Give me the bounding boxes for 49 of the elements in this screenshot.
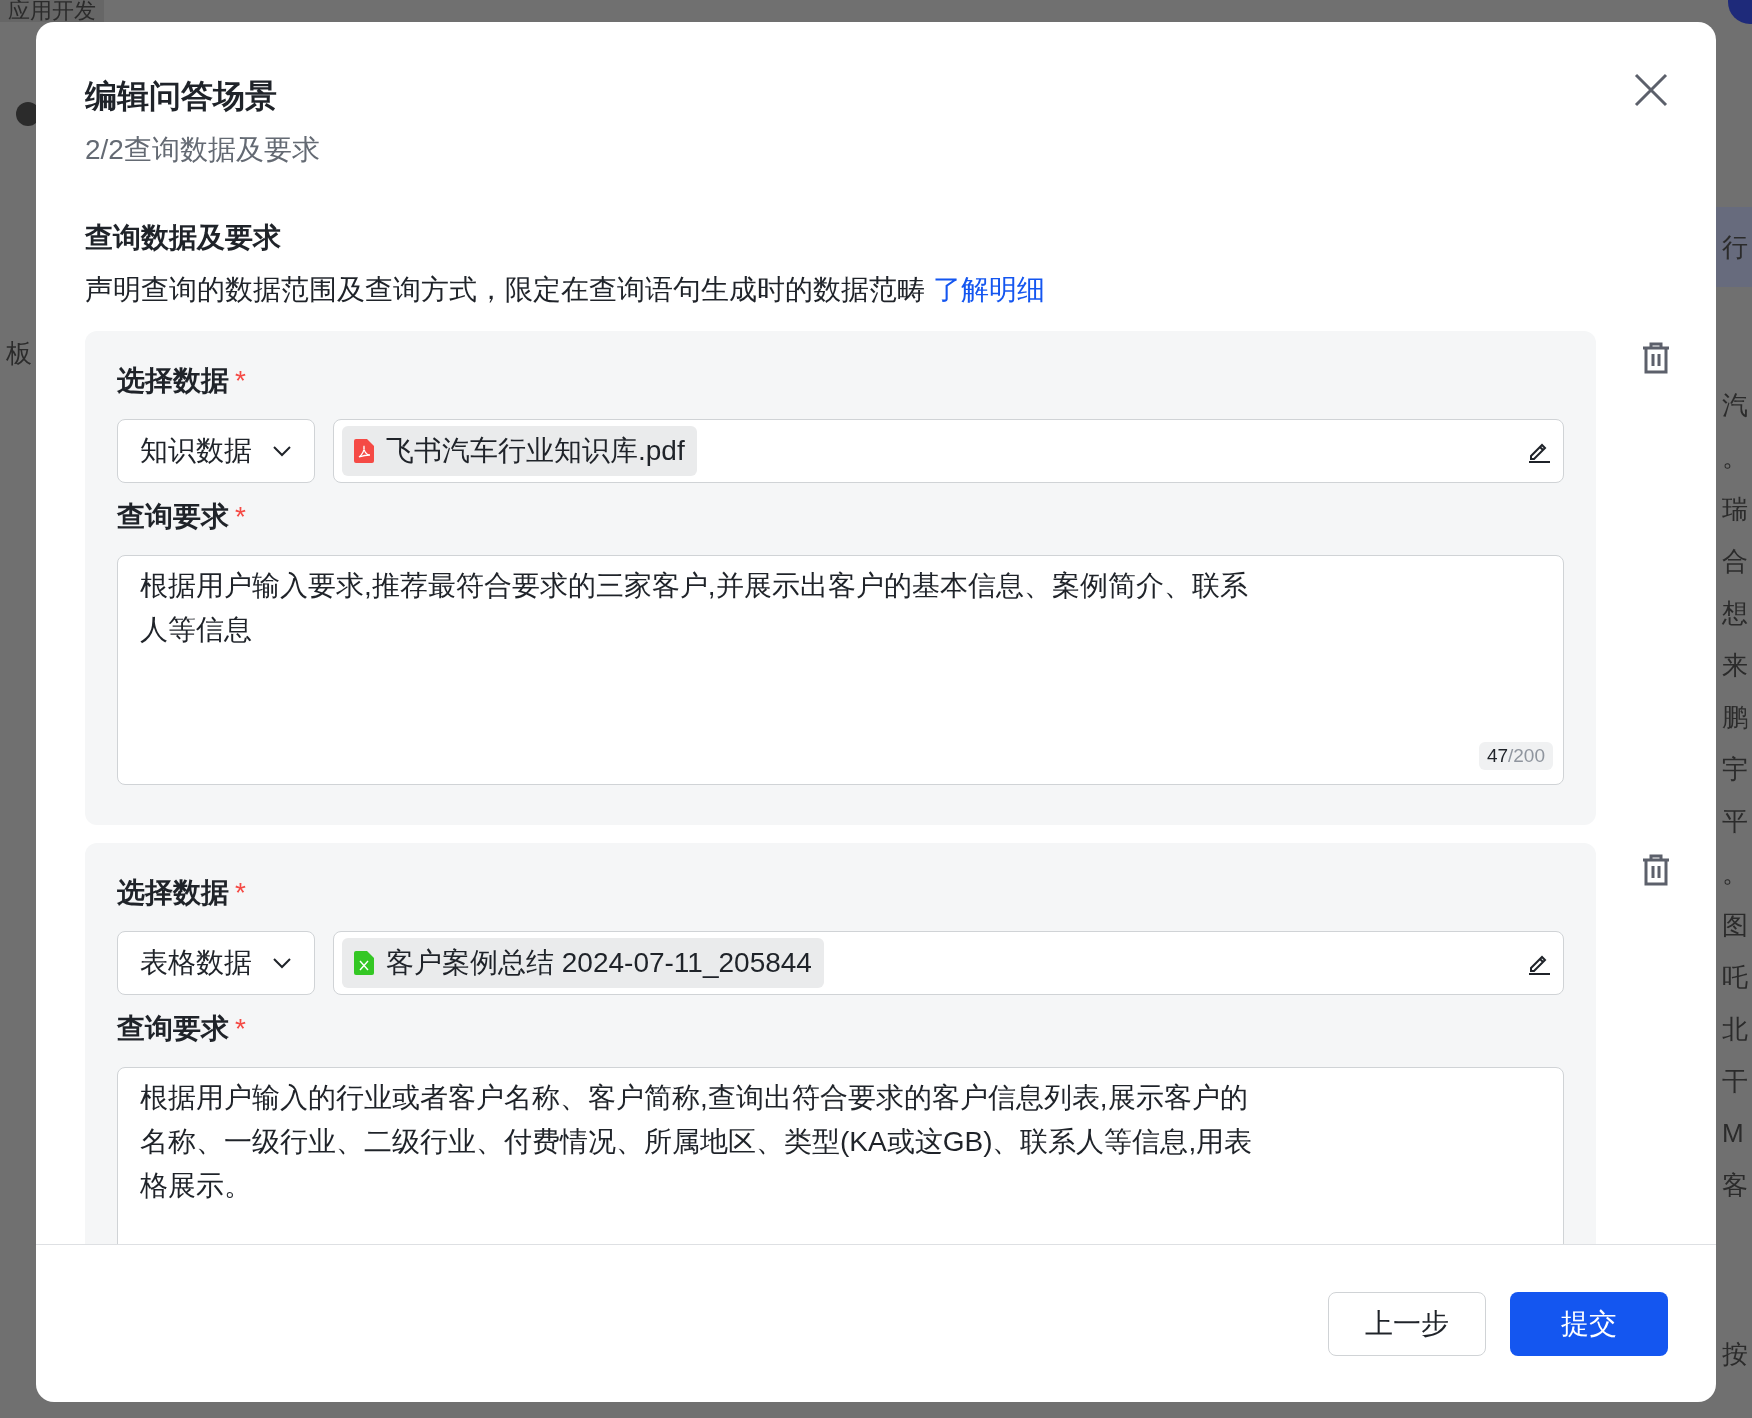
background-text: 。 <box>1722 857 1749 890</box>
background-text: 客 <box>1722 1169 1749 1202</box>
section-description: 声明查询的数据范围及查询方式，限定在查询语句生成时的数据范畴 了解明细 <box>85 273 1046 307</box>
file-chip: 飞书汽车行业知识库.pdf <box>342 426 697 476</box>
field-label: 查询要求 <box>117 1012 229 1046</box>
delete-icon[interactable] <box>1641 341 1671 375</box>
submit-button[interactable]: 提交 <box>1510 1291 1668 1356</box>
chevron-down-icon <box>272 957 292 969</box>
background-text: 想 <box>1722 597 1749 630</box>
character-counter: 47/200 <box>1478 742 1553 770</box>
file-field[interactable]: 飞书汽车行业知识库.pdf <box>333 419 1564 483</box>
file-chip: 客户案例总结 2024-07-11_205844 <box>342 938 824 988</box>
background-text: 吒 <box>1722 961 1749 994</box>
required-mark: * <box>235 1013 246 1045</box>
background-text: M <box>1722 1117 1745 1150</box>
field-label: 选择数据 <box>117 364 229 398</box>
background-text: 。 <box>1722 441 1749 474</box>
background-text: 来 <box>1722 649 1749 682</box>
field-label: 选择数据 <box>117 876 229 910</box>
dialog-title: 编辑问答场景 <box>85 77 278 116</box>
background-text: 合 <box>1722 545 1749 578</box>
data-type-dropdown[interactable]: 知识数据 <box>117 419 315 483</box>
background-text: 鹏 <box>1722 701 1749 734</box>
background-text: 板 <box>5 337 33 370</box>
chevron-down-icon <box>272 445 292 457</box>
back-button[interactable]: 上一步 <box>1328 1291 1486 1356</box>
file-field[interactable]: 客户案例总结 2024-07-11_205844 <box>333 931 1564 995</box>
background-text: 汽 <box>1722 389 1749 422</box>
background-text: 宇 <box>1722 753 1749 786</box>
background-text: 按 <box>1721 1338 1749 1371</box>
required-mark: * <box>235 877 246 909</box>
background-text: 北 <box>1722 1013 1749 1046</box>
close-icon <box>1634 73 1668 107</box>
section-title: 查询数据及要求 <box>85 221 282 255</box>
required-mark: * <box>235 501 246 533</box>
delete-icon[interactable] <box>1641 853 1671 887</box>
step-indicator: 2/2查询数据及要求 <box>85 133 320 167</box>
field-label: 查询要求 <box>117 500 229 534</box>
background-text: 干 <box>1722 1065 1749 1098</box>
query-field[interactable]: 根据用户输入的行业或者客户名称、客户简称,查询出符合要求的客户信息列表,展示客户的名称、一级行业、二级行业、付费情况、所属地区、类型(KA或这GB)、联系人等信息,用表格展示。 <box>118 1068 1563 1244</box>
background-text: 平 <box>1722 805 1749 838</box>
background-text: 图 <box>1722 909 1749 942</box>
data-type-dropdown[interactable]: 表格数据 <box>117 931 315 995</box>
background-text: 瑞 <box>1722 493 1749 526</box>
pdf-file-icon <box>354 439 374 463</box>
spreadsheet-file-icon <box>354 951 374 975</box>
required-mark: * <box>235 365 246 397</box>
learn-more-link[interactable]: 了解明细 <box>932 274 1045 305</box>
close-button[interactable] <box>1634 73 1668 107</box>
